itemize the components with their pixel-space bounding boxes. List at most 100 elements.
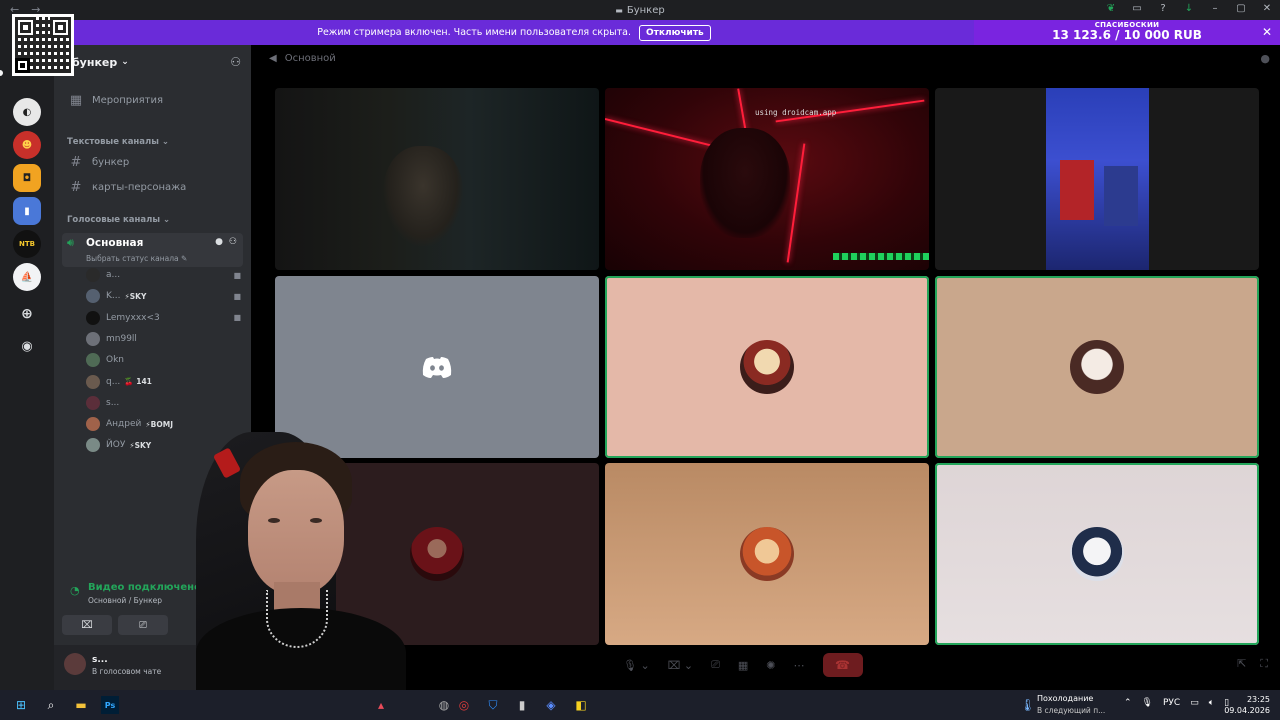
member-name: q...	[106, 376, 121, 387]
hash-icon: #	[70, 154, 82, 170]
add-member-icon[interactable]: ⚇	[230, 55, 241, 69]
voice-member-item[interactable]: a... ■	[86, 266, 241, 284]
member-name: Lemyxxx<3	[106, 312, 160, 323]
network-icon[interactable]: ▭	[1190, 698, 1199, 708]
add-server-icon[interactable]: ⊕	[13, 300, 41, 328]
speaker-icon: ◀	[269, 52, 277, 64]
start-icon[interactable]: ⊞	[12, 696, 30, 714]
voice-member-item[interactable]: s...	[86, 394, 241, 412]
participant-face	[383, 146, 463, 246]
video-tile-avatar-cat[interactable]	[935, 276, 1259, 458]
language-indicator[interactable]: РУС	[1163, 698, 1180, 708]
disable-streamer-mode-button[interactable]: Отключить	[639, 24, 711, 41]
taskbar-clock[interactable]: 23:25 09.04.2026	[1224, 694, 1270, 716]
invite-user-icon[interactable]: ⚇	[229, 237, 237, 247]
minimize-icon[interactable]: –	[1208, 3, 1222, 14]
mic-tray-icon[interactable]: 🎙︎	[1142, 698, 1153, 708]
nitro-leaf-icon[interactable]: ❦	[1104, 3, 1118, 14]
server-icon-blue[interactable]: ▮	[13, 197, 41, 225]
download-icon[interactable]: ↓	[1182, 3, 1196, 14]
status-placeholder: Выбрать статус канала	[86, 254, 179, 263]
taskbar-app-icon[interactable]: ◧	[572, 696, 590, 714]
laser-line	[786, 143, 806, 263]
channel-item-bunker[interactable]: # бункер	[62, 151, 243, 173]
server-glyph-icon: ▬	[615, 5, 623, 15]
avatar	[86, 268, 100, 282]
voice-member-item[interactable]: Okn	[86, 351, 241, 369]
video-tile-avatar-fire[interactable]	[605, 463, 929, 645]
more-icon[interactable]: ⋯	[794, 659, 805, 672]
video-tile-camera-3[interactable]	[935, 88, 1259, 270]
maximize-icon[interactable]: ▢	[1234, 3, 1248, 14]
voice-channels-category[interactable]: Голосовые каналы ⌄	[67, 215, 170, 225]
weather-widget[interactable]: 🌡︎ Похолодание В следующий п...	[1020, 694, 1130, 718]
channel-status-prompt[interactable]: Выбрать статус канала ✎	[86, 254, 187, 263]
events-item[interactable]: ▦ Мероприятия	[62, 89, 243, 111]
video-tile-avatar-anime[interactable]	[605, 276, 929, 458]
window-title: ▬ Бункер	[615, 5, 664, 16]
voice-member-item[interactable]: Андрей ⚡BOMJ	[86, 415, 241, 433]
channel-item-character-cards[interactable]: # карты-персонажа	[62, 176, 243, 198]
weather-subtitle: В следующий п...	[1037, 706, 1106, 715]
activities-icon[interactable]: ▦	[738, 659, 748, 672]
screen-share-icon[interactable]: ⎚	[711, 658, 720, 672]
book-cover	[1104, 166, 1138, 226]
inbox-icon[interactable]: ▭	[1130, 3, 1144, 14]
avatar	[410, 527, 464, 581]
donation-goal-overlay: СПАСИБОСКИИ 13 123.6 / 10 000 RUB ✕	[974, 20, 1280, 45]
streamer-webcam-overlay	[136, 432, 406, 690]
category-label: Голосовые каналы	[67, 215, 161, 225]
text-channels-category[interactable]: Текстовые каналы ⌄	[67, 137, 169, 147]
member-name: ЙОУ	[106, 440, 126, 451]
avatar[interactable]	[64, 653, 86, 675]
server-icon-black[interactable]: NTB	[13, 230, 41, 258]
photoshop-icon[interactable]: Ps	[101, 696, 119, 714]
avatar	[86, 395, 100, 410]
chat-icon[interactable]: ●	[1260, 52, 1270, 65]
voice-channel-osnovnaya[interactable]: 🔊︎ Основная Выбрать статус канала ✎ ● ⚇	[62, 233, 243, 267]
taskbar-app-icon[interactable]: ▮	[513, 696, 531, 714]
video-tile-default-avatar[interactable]	[275, 276, 599, 458]
voice-member-item[interactable]: Lemyxxx<3 ■	[86, 309, 241, 327]
member-tag: ⚡BOMJ	[145, 419, 173, 429]
server-icon-ship[interactable]: ⛵	[13, 263, 41, 291]
taskbar-app-icon[interactable]: ▴	[372, 696, 390, 714]
close-icon[interactable]: ✕	[1260, 3, 1274, 14]
droidcam-watermark: using droidcam.app	[755, 108, 837, 117]
server-name-header[interactable]: бункер ⌄	[54, 45, 251, 79]
disconnect-button[interactable]: ☎	[822, 653, 863, 677]
help-icon[interactable]: ?	[1156, 3, 1170, 14]
video-tile-camera-2[interactable]: using droidcam.app	[605, 88, 929, 270]
member-name: K...	[106, 291, 121, 302]
banner-close-icon[interactable]: ✕	[1262, 25, 1272, 39]
fullscreen-icon[interactable]: ⛶	[1260, 657, 1268, 671]
weather-title: Похолодание	[1037, 694, 1094, 703]
video-tile-camera-1[interactable]	[275, 88, 599, 270]
voice-member-item[interactable]: mn99ll	[86, 330, 241, 348]
server-icon-bunker[interactable]: ◐	[13, 98, 41, 126]
soundboard-icon[interactable]: ✺	[766, 659, 775, 672]
taskbar-app-icon[interactable]: ◈	[542, 696, 560, 714]
streamer-mode-text: Режим стримера включен. Часть имени поль…	[317, 27, 632, 38]
server-name: бункер	[72, 55, 118, 69]
search-icon[interactable]: ⌕	[42, 696, 60, 714]
server-icon-orange[interactable]: ◘	[13, 164, 41, 192]
taskbar-app-icon[interactable]: ◍	[435, 696, 453, 714]
chat-bubble-icon[interactable]: ●	[215, 237, 223, 247]
tray-chevron-icon[interactable]: ⌃	[1124, 698, 1132, 708]
voice-member-item[interactable]: K... ⚡SKY ■	[86, 287, 241, 305]
server-icon-red[interactable]: ☻	[13, 131, 41, 159]
thermometer-icon: 🌡︎	[1020, 698, 1036, 712]
popout-icon[interactable]: ⇱	[1237, 657, 1246, 671]
file-explorer-icon[interactable]: ▬	[72, 696, 90, 714]
camera-off-button[interactable]: ⌧	[62, 615, 112, 635]
taskbar-app-icon[interactable]: ◎	[455, 696, 473, 714]
camera-icon[interactable]: ⌧ ⌄	[668, 659, 693, 672]
microphone-icon[interactable]: 🎙︎ ⌄	[623, 659, 650, 672]
volume-icon[interactable]: 🔈︎	[1209, 698, 1214, 708]
discover-icon[interactable]: ◉	[13, 332, 41, 360]
defender-icon[interactable]: ⛉	[484, 696, 502, 714]
video-tile-avatar-gojo[interactable]	[935, 463, 1259, 645]
member-name: mn99ll	[106, 333, 137, 344]
voice-member-item[interactable]: q... 🍒 141	[86, 373, 241, 391]
